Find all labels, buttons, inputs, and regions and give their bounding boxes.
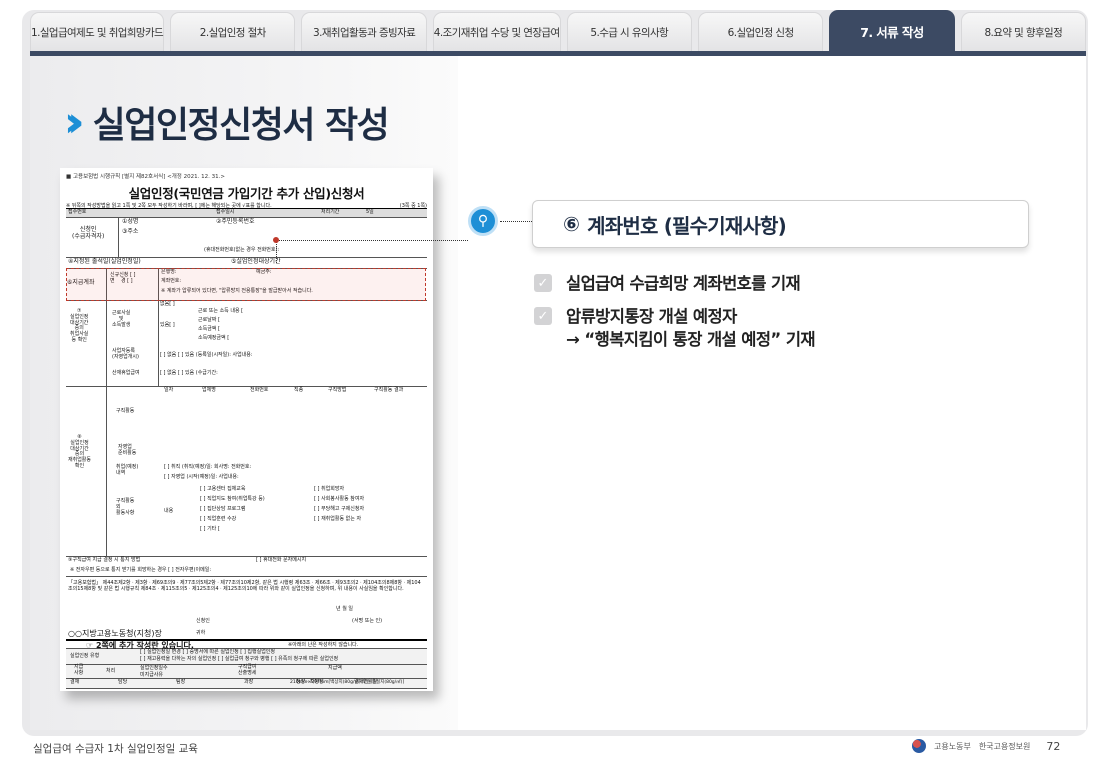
tab-4[interactable]: 4.조기재취업 수당 및 연장급여	[432, 12, 561, 52]
form-title: 실업인정(국민연금 가입기간 추가 산입)신청서	[128, 186, 365, 201]
magnifier-icon: ⚲	[468, 206, 498, 236]
application-form-image: ■ 고용보험법 시행규칙 [별지 제82호서식] <개정 2021. 12. 3…	[60, 168, 433, 691]
tab-7-active[interactable]: 7. 서류 작성	[829, 10, 955, 52]
bullet-list: ✓ 실업급여 수급희망 계좌번호를 기재 ✓ 압류방지통장 개설 예정자 → “…	[534, 272, 816, 361]
connector-line	[276, 240, 468, 241]
check-icon: ✓	[534, 274, 552, 292]
footer-logos: 고용노동부 한국고용정보원 72	[912, 739, 1060, 753]
bullet-item: ✓ 실업급여 수급희망 계좌번호를 기재	[534, 272, 815, 295]
law-text: 「고용보험법」 제44조제2항ㆍ제3항ㆍ제69조의9ㆍ제77조의5제2항ㆍ제77…	[68, 580, 421, 592]
double-chevron-icon: ››	[64, 97, 84, 146]
ministry-logo-icon	[912, 739, 926, 753]
tab-2[interactable]: 2.실업인정 절차	[170, 12, 296, 52]
footer-title: 실업급여 수급자 1차 실업인정일 교육	[33, 743, 198, 755]
tab-6[interactable]: 6.실업인정 신청	[697, 12, 824, 52]
tab-5[interactable]: 5.수급 시 유의사항	[566, 12, 692, 52]
page-title-group: ›› 실업인정신청서 작성	[64, 96, 390, 148]
page-title: 실업인정신청서 작성	[92, 105, 390, 146]
connector-line	[500, 221, 532, 222]
check-icon: ✓	[534, 307, 552, 326]
tab-bar: 1.실업급여제도 및 취업희망카드 2.실업인정 절차 3.재취업활동과 증빙자…	[30, 10, 1086, 52]
tab-8[interactable]: 8.요약 및 향후일정	[960, 12, 1086, 52]
ministry-name: 고용노동부	[934, 741, 971, 751]
tab-3[interactable]: 3.재취업활동과 증빙자료	[301, 12, 427, 52]
account-highlight	[66, 268, 426, 301]
callout-label: 계좌번호 (필수기재사항)	[587, 213, 787, 238]
connector-dot	[273, 237, 279, 243]
keis-name: 한국고용정보원	[978, 741, 1031, 751]
tab-1[interactable]: 1.실업급여제도 및 취업희망카드	[30, 12, 165, 52]
page-number: 72	[1046, 739, 1061, 753]
bullet-item: ✓ 압류방지통장 개설 예정자 → “행복지킴이 통장 개설 예정” 기재	[534, 305, 816, 351]
slide-content: ›› 실업인정신청서 작성 ■ 고용보험법 시행규칙 [별지 제82호서식] <…	[30, 56, 1086, 730]
callout-box: ⑥ 계좌번호 (필수기재사항)	[532, 200, 1029, 248]
form-header-note: ■ 고용보험법 시행규칙 [별지 제82호서식] <개정 2021. 12. 3…	[66, 174, 225, 180]
callout-number: ⑥	[563, 212, 580, 236]
connector-line	[276, 240, 277, 263]
